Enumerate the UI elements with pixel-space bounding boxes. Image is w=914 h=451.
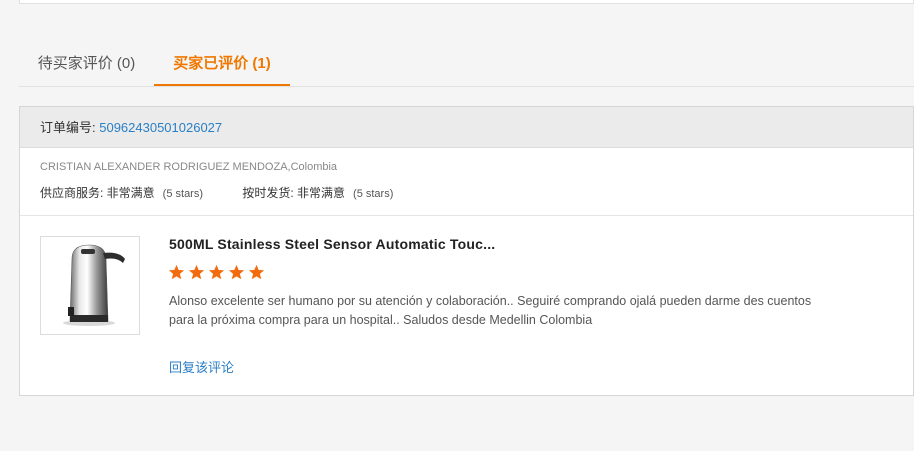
star-icon xyxy=(248,264,265,280)
star-icon xyxy=(208,264,225,280)
rating-label: 供应商服务: 非常满意 xyxy=(40,186,155,200)
soap-dispenser-image xyxy=(63,244,125,326)
star-icon xyxy=(168,264,185,280)
star-icon xyxy=(188,264,205,280)
reply-to-review-link[interactable]: 回复该评论 xyxy=(169,357,234,376)
rating-label: 按时发货: 非常满意 xyxy=(242,186,346,200)
order-bar: 订单编号: 50962430501026027 xyxy=(20,107,913,148)
review-star-rating xyxy=(168,264,265,281)
tab-pending-reviews[interactable]: 待买家评价 (0) xyxy=(19,42,154,85)
divider xyxy=(20,215,913,216)
buyer-name: CRISTIAN ALEXANDER RODRIGUEZ MENDOZA,Col… xyxy=(40,161,338,173)
tab-completed-reviews[interactable]: 买家已评价 (1) xyxy=(154,42,290,86)
product-thumbnail[interactable] xyxy=(40,236,140,335)
review-card: 订单编号: 50962430501026027 CRISTIAN ALEXAND… xyxy=(19,106,914,396)
rating-stars-note: (5 stars) xyxy=(162,188,204,200)
star-icon xyxy=(228,264,245,280)
order-number-label: 订单编号: xyxy=(40,120,100,135)
seller-ratings: 供应商服务: 非常满意 (5 stars) 按时发货: 非常满意 (5 stars) xyxy=(40,184,393,201)
rating-supplier-service: 供应商服务: 非常满意 (5 stars) xyxy=(40,184,203,201)
rating-on-time-delivery: 按时发货: 非常满意 (5 stars) xyxy=(242,184,393,201)
product-title[interactable]: 500ML Stainless Steel Sensor Automatic T… xyxy=(169,236,495,252)
review-comment: Alonso excelente ser humano por su atenc… xyxy=(169,294,812,327)
top-panel xyxy=(19,0,914,4)
review-tabs: 待买家评价 (0) 买家已评价 (1) xyxy=(19,42,914,87)
order-number-link[interactable]: 50962430501026027 xyxy=(99,120,222,135)
rating-stars-note: (5 stars) xyxy=(353,188,394,200)
